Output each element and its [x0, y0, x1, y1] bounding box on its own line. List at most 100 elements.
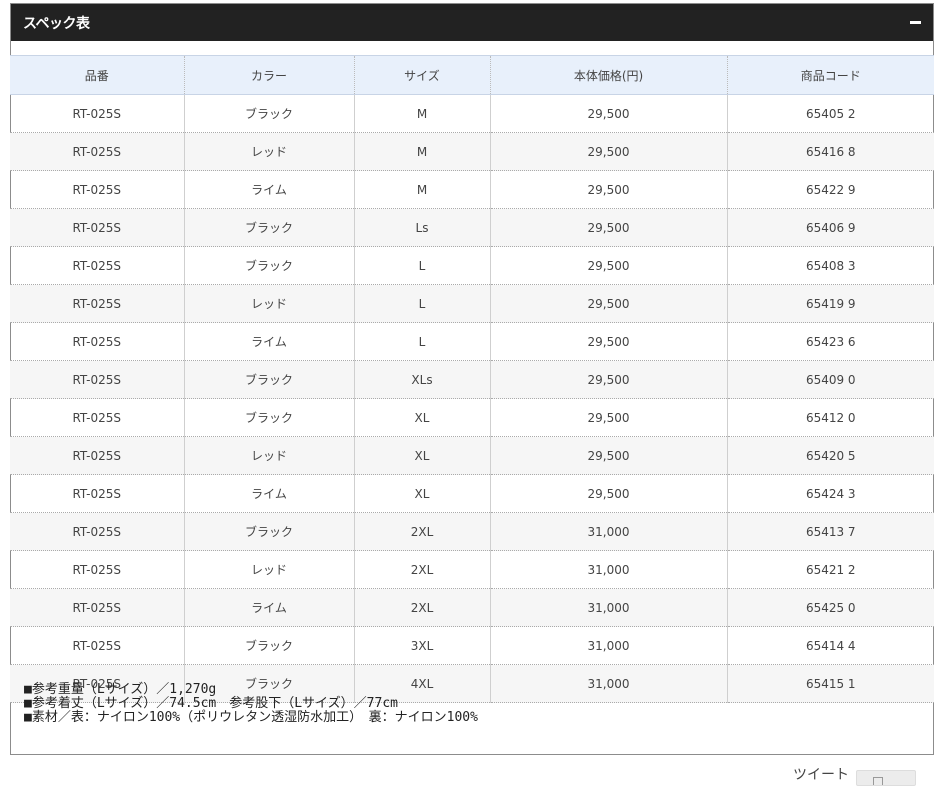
cell-size: L: [353, 246, 491, 285]
cell-size: XL: [353, 436, 491, 475]
minus-icon[interactable]: [910, 21, 921, 24]
cell-price: 29,500: [489, 208, 728, 247]
cell-part-number: RT-025S: [10, 170, 185, 209]
cell-product-code: 65408 3: [726, 246, 934, 285]
cell-color: ライム: [183, 322, 355, 361]
cell-product-code: 65416 8: [726, 132, 934, 171]
cell-color: ライム: [183, 588, 355, 627]
cell-part-number: RT-025S: [10, 398, 185, 437]
table-row: RT-025S ライム 2XL 31,000 65425 0: [10, 588, 934, 627]
cell-price: 29,500: [489, 398, 728, 437]
note-weight: ■参考重量（Lサイズ）／1,270g: [24, 682, 217, 697]
cell-size: M: [353, 170, 491, 209]
cell-price: 29,500: [489, 284, 728, 323]
cell-color: ブラック: [183, 246, 355, 285]
spec-notes: ■参考重量（Lサイズ）／1,270g ■参考着丈（Lサイズ）／74.5cm 参考…: [24, 683, 478, 725]
cell-price: 29,500: [489, 246, 728, 285]
cell-color: ブラック: [183, 94, 355, 133]
cell-size: 3XL: [353, 626, 491, 665]
cell-part-number: RT-025S: [10, 322, 185, 361]
cell-price: 29,500: [489, 170, 728, 209]
panel-title: スペック表: [23, 15, 90, 32]
spec-panel: スペック表 品番 カラー サイズ 本体価格(円) 商品コード RT-025S ブラ…: [10, 3, 934, 755]
note-length: ■参考着丈（Lサイズ）／74.5cm 参考股下（Lサイズ）／77cm: [24, 696, 398, 711]
cell-size: M: [353, 132, 491, 171]
cell-product-code: 65414 4: [726, 626, 934, 665]
table-row: RT-025S ブラック 3XL 31,000 65414 4: [10, 626, 934, 665]
table-row: RT-025S ブラック M 29,500 65405 2: [10, 94, 934, 133]
cell-product-code: 65406 9: [726, 208, 934, 247]
cell-product-code: 65413 7: [726, 512, 934, 551]
cell-product-code: 65422 9: [726, 170, 934, 209]
cell-product-code: 65425 0: [726, 588, 934, 627]
cell-price: 31,000: [489, 512, 728, 551]
cell-part-number: RT-025S: [10, 550, 185, 589]
tweet-link[interactable]: ツイート: [793, 764, 849, 784]
share-button[interactable]: [856, 770, 916, 786]
table-row: RT-025S レッド XL 29,500 65420 5: [10, 436, 934, 475]
header-product-code: 商品コード: [726, 55, 934, 95]
cell-part-number: RT-025S: [10, 360, 185, 399]
cell-part-number: RT-025S: [10, 474, 185, 513]
cell-product-code: 65424 3: [726, 474, 934, 513]
header-part-number: 品番: [10, 55, 185, 95]
cell-price: 31,000: [489, 664, 728, 703]
table-row: RT-025S ブラック XLs 29,500 65409 0: [10, 360, 934, 399]
spec-table: 品番 カラー サイズ 本体価格(円) 商品コード RT-025S ブラック M 29,…: [10, 55, 934, 703]
cell-price: 31,000: [489, 550, 728, 589]
cell-price: 29,500: [489, 94, 728, 133]
cell-product-code: 65415 1: [726, 664, 934, 703]
cell-part-number: RT-025S: [10, 94, 185, 133]
cell-size: 2XL: [353, 588, 491, 627]
cell-part-number: RT-025S: [10, 512, 185, 551]
table-row: RT-025S ブラック L 29,500 65408 3: [10, 246, 934, 285]
table-header-row: 品番 カラー サイズ 本体価格(円) 商品コード: [10, 55, 934, 95]
cell-color: ライム: [183, 170, 355, 209]
table-row: RT-025S レッド L 29,500 65419 9: [10, 284, 934, 323]
cell-size: XL: [353, 474, 491, 513]
cell-product-code: 65405 2: [726, 94, 934, 133]
cell-color: ブラック: [183, 208, 355, 247]
cell-part-number: RT-025S: [10, 246, 185, 285]
table-row: RT-025S レッド 2XL 31,000 65421 2: [10, 550, 934, 589]
cell-color: ブラック: [183, 626, 355, 665]
cell-part-number: RT-025S: [10, 284, 185, 323]
note-material: ■素材／表：ナイロン100%（ポリウレタン透湿防水加工） 裏：ナイロン100%: [24, 710, 478, 725]
cell-price: 31,000: [489, 626, 728, 665]
cell-product-code: 65423 6: [726, 322, 934, 361]
table-row: RT-025S ブラック Ls 29,500 65406 9: [10, 208, 934, 247]
cell-size: XL: [353, 398, 491, 437]
cell-size: XLs: [353, 360, 491, 399]
cell-size: M: [353, 94, 491, 133]
header-color: カラー: [183, 55, 355, 95]
cell-product-code: 65419 9: [726, 284, 934, 323]
cell-part-number: RT-025S: [10, 436, 185, 475]
cell-price: 29,500: [489, 132, 728, 171]
cell-color: レッド: [183, 550, 355, 589]
header-price: 本体価格(円): [489, 55, 728, 95]
table-row: RT-025S ライム M 29,500 65422 9: [10, 170, 934, 209]
panel-header: スペック表: [11, 4, 933, 41]
cell-price: 29,500: [489, 322, 728, 361]
bookmark-icon: [873, 777, 883, 785]
cell-product-code: 65420 5: [726, 436, 934, 475]
cell-color: レッド: [183, 436, 355, 475]
table-row: RT-025S ライム L 29,500 65423 6: [10, 322, 934, 361]
cell-color: ブラック: [183, 398, 355, 437]
cell-part-number: RT-025S: [10, 132, 185, 171]
cell-product-code: 65412 0: [726, 398, 934, 437]
cell-price: 31,000: [489, 588, 728, 627]
cell-color: ライム: [183, 474, 355, 513]
cell-color: ブラック: [183, 512, 355, 551]
cell-size: Ls: [353, 208, 491, 247]
cell-price: 29,500: [489, 474, 728, 513]
cell-product-code: 65421 2: [726, 550, 934, 589]
table-row: RT-025S ライム XL 29,500 65424 3: [10, 474, 934, 513]
cell-price: 29,500: [489, 360, 728, 399]
cell-part-number: RT-025S: [10, 626, 185, 665]
table-row: RT-025S ブラック 2XL 31,000 65413 7: [10, 512, 934, 551]
cell-size: 2XL: [353, 512, 491, 551]
cell-color: ブラック: [183, 360, 355, 399]
header-size: サイズ: [353, 55, 491, 95]
cell-color: レッド: [183, 132, 355, 171]
